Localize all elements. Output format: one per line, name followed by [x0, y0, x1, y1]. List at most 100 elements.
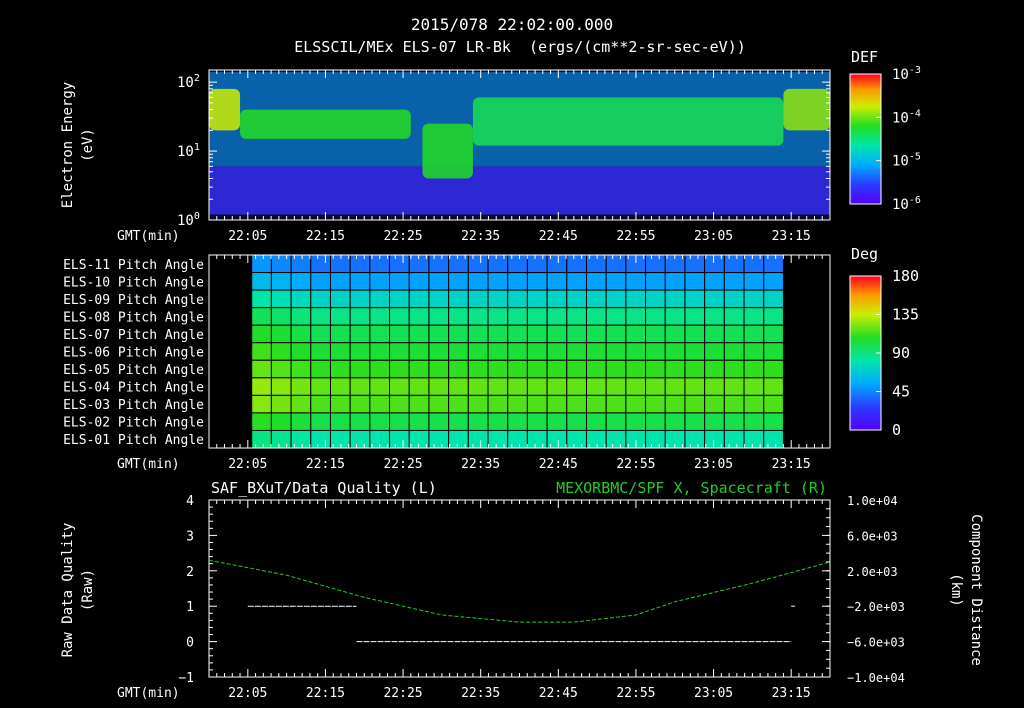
- line-x-tick-label: 22:55: [616, 686, 655, 701]
- pitch-angle-cell: [487, 307, 509, 326]
- pitch-angle-cell: [487, 289, 509, 309]
- pitch-angle-cell: [763, 394, 784, 414]
- line-left-y-tick-label: 3: [186, 529, 194, 544]
- pitch-angle-cell: [566, 394, 587, 414]
- pitch-angle-row-label: ELS-06 Pitch Angle: [63, 346, 204, 361]
- pitch-angle-cell: [684, 412, 706, 431]
- pitch-angle-cell: [585, 272, 607, 291]
- pitch-angle-row-label: ELS-10 Pitch Angle: [63, 275, 204, 290]
- pitch-angle-cell: [585, 394, 607, 414]
- pitch-angle-cell: [448, 307, 469, 326]
- pitch-angle-cell: [684, 429, 706, 449]
- pitch-angle-cell: [507, 394, 528, 414]
- pitch-angle-x-tick-label: 22:45: [539, 457, 578, 472]
- line-left-y-tick-label: 4: [186, 494, 194, 509]
- figure: 2015/078 22:02:00.000 ELSSCIL/MEx ELS-07…: [60, 15, 984, 701]
- pitch-angle-cell: [408, 324, 430, 344]
- pitch-angle-cell: [290, 342, 312, 361]
- pitch-angle-cell: [349, 342, 371, 361]
- pitch-angle-cell: [585, 307, 607, 326]
- pitch-angle-cell: [566, 289, 587, 309]
- pitch-angle-cell: [251, 272, 272, 291]
- line-left-y-tick-label: −1: [178, 671, 194, 686]
- pitch-angle-cell: [251, 342, 272, 361]
- spectrogram-bands: [209, 72, 830, 215]
- pitch-angle-cell: [723, 289, 745, 309]
- pitch-angle-cell: [723, 342, 745, 361]
- pitch-angle-cell: [763, 307, 784, 326]
- pitch-angle-cell: [448, 342, 469, 361]
- pitch-angle-cell: [585, 359, 607, 379]
- pitch-angle-cell: [290, 359, 312, 379]
- pitch-angle-cell: [664, 412, 686, 431]
- pitch-angle-cell: [408, 412, 430, 431]
- pitch-angle-cell: [625, 307, 647, 326]
- pitch-angle-cell: [467, 342, 489, 361]
- pitch-angle-cell: [585, 289, 607, 309]
- pitch-angle-cell: [566, 254, 587, 274]
- line-x-tick-label: 22:05: [228, 686, 267, 701]
- pitch-angle-cell: [507, 307, 528, 326]
- pitch-angle-cell: [526, 359, 548, 379]
- pitch-angle-cell: [290, 394, 312, 414]
- pitch-angle-cell: [605, 342, 627, 361]
- pitch-angle-x-tick-label: 23:15: [772, 457, 811, 472]
- pitch-angle-cell: [704, 324, 725, 344]
- pitch-angle-x-tick-label: 22:35: [461, 457, 500, 472]
- pitch-angle-cell: [270, 377, 292, 396]
- pitch-angle-cell: [428, 342, 450, 361]
- pitch-angle-cell: [645, 377, 666, 396]
- pitch-angle-cell: [763, 429, 784, 449]
- pitch-angle-cell: [329, 272, 351, 291]
- pitch-angle-cell: [566, 342, 587, 361]
- line-ylabel-left: Raw Data Quality: [60, 523, 76, 658]
- pitch-angle-cell: [585, 324, 607, 344]
- pitch-angle-cell: [763, 289, 784, 309]
- deg-colorbar: Deg 180 135 90 45 0: [849, 245, 919, 439]
- pitch-angle-cell: [408, 359, 430, 379]
- spectrogram-x-tick-label: 23:05: [694, 229, 733, 244]
- line-x-tick-label: 22:15: [306, 686, 345, 701]
- deg-colorbar-tick-label: 180: [892, 267, 919, 285]
- pitch-angle-cell: [625, 377, 647, 396]
- pitch-angle-cell: [329, 412, 351, 431]
- pitch-angle-cell: [251, 254, 272, 274]
- pitch-angle-cell: [723, 324, 745, 344]
- pitch-angle-cell: [329, 324, 351, 344]
- line-xlabel: GMT(min): [117, 686, 180, 701]
- pitch-angle-cell: [487, 272, 509, 291]
- pitch-angle-cell: [408, 289, 430, 309]
- pitch-angle-cell: [704, 342, 725, 361]
- pitch-angle-cell: [743, 412, 765, 431]
- pitch-angle-cell: [428, 307, 450, 326]
- pitch-angle-row-label: ELS-07 Pitch Angle: [63, 328, 204, 343]
- pitch-angle-cell: [546, 272, 568, 291]
- pitch-angle-cell: [743, 289, 765, 309]
- line-title-right: MEXORBMC/SPF X, Spacecraft (R): [556, 479, 827, 497]
- pitch-angle-row-label: ELS-04 Pitch Angle: [63, 381, 204, 396]
- pitch-angle-cell: [507, 289, 528, 309]
- line-left-y-tick-label: 1: [186, 600, 194, 615]
- pitch-angle-cell: [684, 289, 706, 309]
- pitch-angle-cell: [448, 272, 469, 291]
- pitch-angle-cell: [645, 342, 666, 361]
- line-title-left: SAF_BXuT/Data Quality (L): [211, 479, 437, 497]
- pitch-angle-cell: [389, 289, 410, 309]
- pitch-angle-cell: [566, 377, 587, 396]
- pitch-angle-cell: [310, 307, 331, 326]
- pitch-angle-cell: [487, 429, 509, 449]
- pitch-angle-cell: [428, 359, 450, 379]
- pitch-angle-cell: [369, 359, 391, 379]
- pitch-angle-cell: [704, 377, 725, 396]
- pitch-angle-cell: [408, 307, 430, 326]
- pitch-angle-cell: [448, 394, 469, 414]
- pitch-angle-cell: [743, 342, 765, 361]
- pitch-angle-cell: [585, 412, 607, 431]
- def-colorbar-tick-label: 10-4: [892, 108, 921, 126]
- pitch-angle-cell: [684, 254, 706, 274]
- pitch-angle-cell: [763, 342, 784, 361]
- pitch-angle-cell: [507, 324, 528, 344]
- pitch-angle-cell: [645, 359, 666, 379]
- spectrogram-y-tick-label: 101: [177, 142, 200, 160]
- pitch-angle-cell: [310, 359, 331, 379]
